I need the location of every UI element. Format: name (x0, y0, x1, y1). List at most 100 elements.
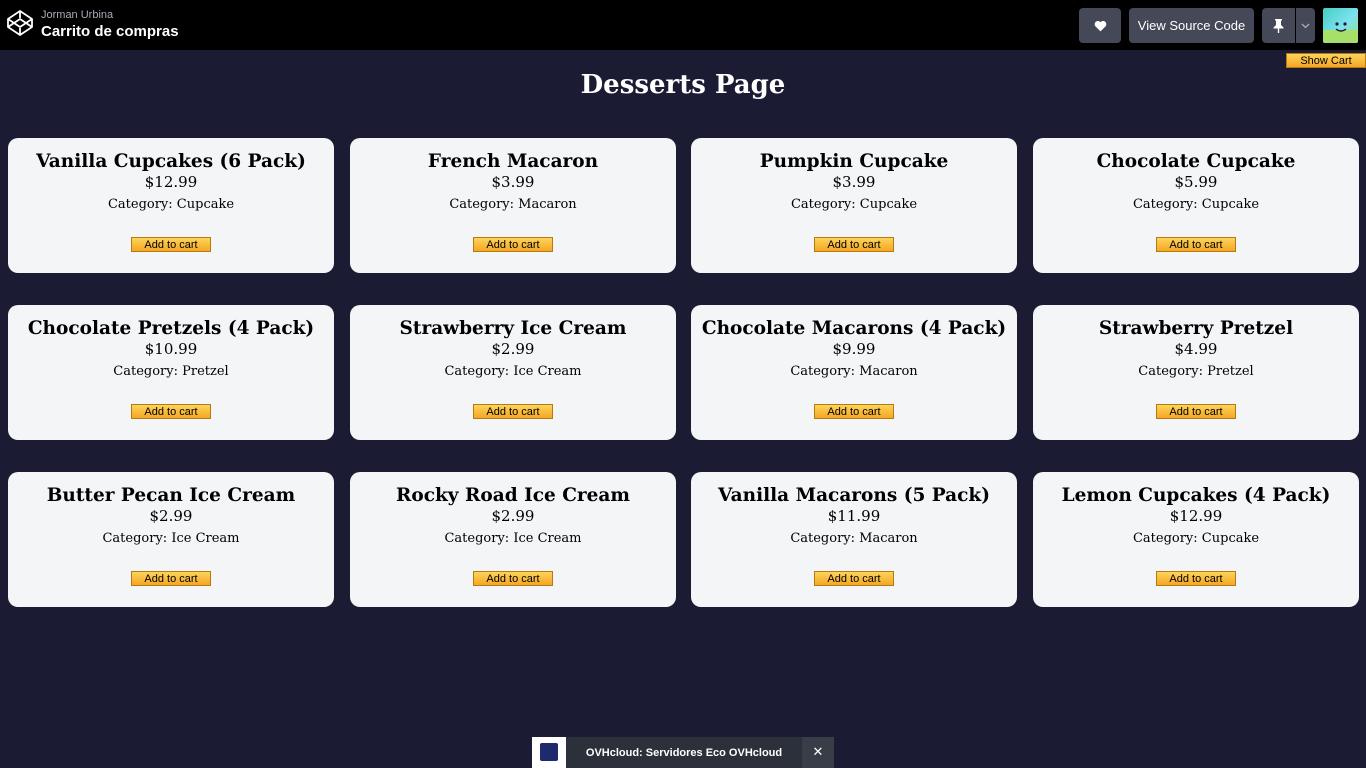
product-name: Pumpkin Cupcake (759, 151, 949, 172)
product-card: French Macaron $3.99 Category: Macaron A… (350, 138, 676, 273)
category-prefix: Category: (1138, 364, 1208, 379)
add-to-cart-button[interactable]: Add to cart (131, 404, 211, 419)
ad-text[interactable]: OVHcloud: Servidores Eco OVHcloud (566, 737, 802, 768)
product-price: $10.99 (144, 340, 198, 358)
category-value: Pretzel (182, 364, 229, 379)
add-to-cart-button[interactable]: Add to cart (1156, 237, 1236, 252)
show-cart-button[interactable]: Show Cart (1286, 53, 1366, 68)
product-name: Butter Pecan Ice Cream (46, 485, 296, 506)
product-price: $3.99 (491, 173, 535, 191)
pin-icon (1273, 18, 1284, 33)
codepen-icon[interactable] (6, 9, 34, 37)
product-name: Vanilla Cupcakes (6 Pack) (36, 151, 306, 172)
product-category: Category: Pretzel (8, 364, 334, 379)
category-value: Cupcake (1201, 531, 1260, 546)
add-to-cart-button[interactable]: Add to cart (473, 237, 553, 252)
product-category: Category: Cupcake (1033, 531, 1359, 546)
product-name: Chocolate Macarons (4 Pack) (701, 318, 1007, 339)
product-price: $12.99 (1169, 507, 1223, 525)
category-prefix: Category: (102, 531, 172, 546)
product-price: $5.99 (1174, 173, 1218, 191)
product-price: $9.99 (832, 340, 876, 358)
product-category: Category: Pretzel (1033, 364, 1359, 379)
product-category: Category: Ice Cream (8, 531, 334, 546)
product-name: Rocky Road Ice Cream (396, 485, 630, 506)
product-card: Strawberry Pretzel $4.99 Category: Pretz… (1033, 305, 1359, 440)
product-category: Category: Macaron (350, 197, 676, 212)
add-to-cart-button[interactable]: Add to cart (131, 237, 211, 252)
product-card: Chocolate Cupcake $5.99 Category: Cupcak… (1033, 138, 1359, 273)
category-prefix: Category: (107, 197, 177, 212)
category-value: Cupcake (1201, 197, 1260, 212)
category-value: Macaron (859, 364, 918, 379)
ad-logo-container (532, 737, 566, 768)
product-card: Butter Pecan Ice Cream $2.99 Category: I… (8, 472, 334, 607)
view-source-button[interactable]: View Source Code (1129, 8, 1254, 43)
add-to-cart-button[interactable]: Add to cart (814, 404, 894, 419)
category-prefix: Category: (449, 197, 519, 212)
product-price: $2.99 (491, 507, 535, 525)
category-prefix: Category: (1132, 197, 1202, 212)
product-name: Strawberry Ice Cream (399, 318, 627, 339)
add-to-cart-button[interactable]: Add to cart (131, 571, 211, 586)
product-card: Lemon Cupcakes (4 Pack) $12.99 Category:… (1033, 472, 1359, 607)
user-avatar[interactable] (1323, 8, 1358, 43)
category-value: Cupcake (176, 197, 235, 212)
product-category: Category: Macaron (691, 531, 1017, 546)
product-price: $2.99 (491, 340, 535, 358)
heart-icon (1094, 20, 1106, 31)
product-card: Strawberry Ice Cream $2.99 Category: Ice… (350, 305, 676, 440)
pen-title: Carrito de compras (41, 23, 179, 40)
product-category: Category: Ice Cream (350, 531, 676, 546)
like-button[interactable] (1079, 8, 1121, 43)
ad-banner[interactable]: OVHcloud: Servidores Eco OVHcloud ✕ (532, 737, 834, 768)
product-price: $3.99 (832, 173, 876, 191)
close-icon[interactable]: ✕ (802, 737, 834, 768)
pin-button[interactable] (1262, 8, 1295, 43)
product-card: Pumpkin Cupcake $3.99 Category: Cupcake … (691, 138, 1017, 273)
product-name: Vanilla Macarons (5 Pack) (717, 485, 991, 506)
add-to-cart-button[interactable]: Add to cart (1156, 571, 1236, 586)
product-name: Chocolate Pretzels (4 Pack) (27, 318, 315, 339)
page-title: Desserts Page (580, 70, 786, 100)
pen-owner[interactable]: Jorman Urbina (41, 9, 113, 21)
category-prefix: Category: (444, 531, 514, 546)
category-value: Macaron (859, 531, 918, 546)
add-to-cart-button[interactable]: Add to cart (473, 404, 553, 419)
category-value: Ice Cream (513, 364, 582, 379)
category-prefix: Category: (790, 364, 860, 379)
add-to-cart-button[interactable]: Add to cart (814, 237, 894, 252)
product-category: Category: Macaron (691, 364, 1017, 379)
category-prefix: Category: (113, 364, 183, 379)
product-card: Rocky Road Ice Cream $2.99 Category: Ice… (350, 472, 676, 607)
product-name: Strawberry Pretzel (1098, 318, 1294, 339)
ovhcloud-logo-icon (540, 743, 558, 761)
add-to-cart-button[interactable]: Add to cart (1156, 404, 1236, 419)
category-prefix: Category: (1132, 531, 1202, 546)
product-category: Category: Cupcake (691, 197, 1017, 212)
product-price: $2.99 (149, 507, 193, 525)
pin-menu-button[interactable] (1296, 8, 1315, 43)
product-category: Category: Cupcake (8, 197, 334, 212)
product-price: $11.99 (827, 507, 881, 525)
product-name: French Macaron (427, 151, 599, 172)
top-bar: Jorman Urbina Carrito de compras View So… (0, 0, 1366, 50)
avatar-face-icon (1323, 22, 1358, 43)
category-value: Cupcake (859, 197, 918, 212)
product-category: Category: Cupcake (1033, 197, 1359, 212)
add-to-cart-button[interactable]: Add to cart (814, 571, 894, 586)
category-value: Ice Cream (513, 531, 582, 546)
product-card: Chocolate Macarons (4 Pack) $9.99 Catego… (691, 305, 1017, 440)
product-card: Vanilla Macarons (5 Pack) $11.99 Categor… (691, 472, 1017, 607)
category-value: Ice Cream (171, 531, 240, 546)
product-category: Category: Ice Cream (350, 364, 676, 379)
chevron-down-icon (1301, 23, 1310, 28)
category-value: Pretzel (1207, 364, 1254, 379)
add-to-cart-button[interactable]: Add to cart (473, 571, 553, 586)
product-card: Chocolate Pretzels (4 Pack) $10.99 Categ… (8, 305, 334, 440)
category-prefix: Category: (790, 197, 860, 212)
product-card: Vanilla Cupcakes (6 Pack) $12.99 Categor… (8, 138, 334, 273)
product-name: Lemon Cupcakes (4 Pack) (1061, 485, 1331, 506)
category-value: Macaron (518, 197, 577, 212)
product-price: $4.99 (1174, 340, 1218, 358)
